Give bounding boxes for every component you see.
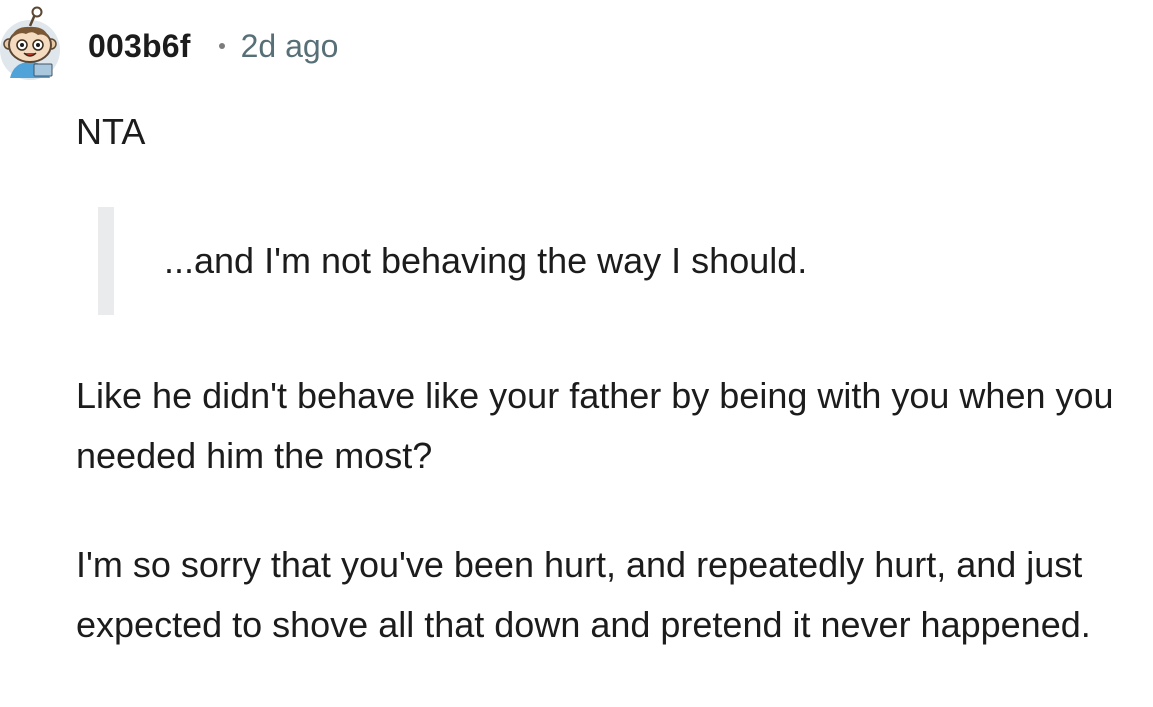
comment-timestamp[interactable]: 2d ago <box>241 28 339 65</box>
separator-dot <box>218 43 225 49</box>
user-avatar-icon[interactable] <box>0 6 62 80</box>
blockquote-bar <box>98 207 114 315</box>
comment-meta: 003b6f 2d ago <box>88 24 338 68</box>
comment-paragraph: Like he didn't behave like your father b… <box>76 375 1114 476</box>
comment-blockquote: ...and I'm not behaving the way I should… <box>98 207 1098 315</box>
author-username-link[interactable]: 003b6f <box>88 28 191 65</box>
comment: 003b6f 2d ago NTA ...and I'm not behavin… <box>0 0 1153 707</box>
blockquote-text: ...and I'm not behaving the way I should… <box>164 240 808 281</box>
comment-paragraph: I'm so sorry that you've been hurt, and … <box>76 544 1091 645</box>
comment-paragraph-verdict: NTA <box>76 111 146 152</box>
